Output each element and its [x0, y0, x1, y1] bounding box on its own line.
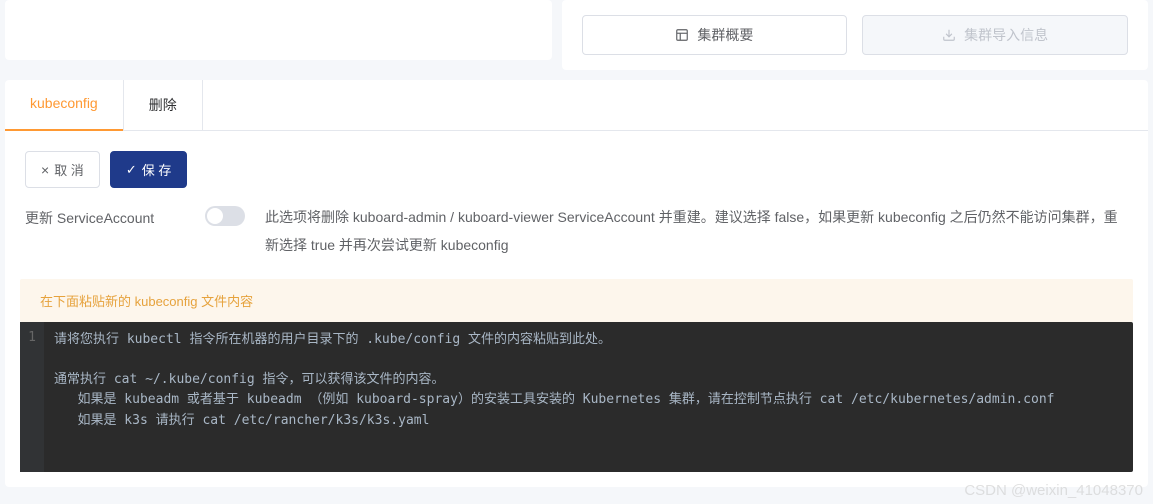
- import-label: 集群导入信息: [964, 25, 1048, 45]
- overview-label: 集群概要: [697, 25, 753, 45]
- update-sa-description: 此选项将删除 kuboard-admin / kuboard-viewer Se…: [265, 203, 1128, 259]
- save-button[interactable]: 保 存: [110, 151, 188, 188]
- cluster-import-button: 集群导入信息: [862, 15, 1128, 55]
- tabs: kubeconfig 删除: [5, 80, 1148, 131]
- summary-card-right: 集群概要 集群导入信息: [562, 0, 1149, 70]
- editor-gutter: 1: [20, 322, 44, 472]
- update-sa-label: 更新 ServiceAccount: [25, 203, 205, 228]
- paste-notice: 在下面粘贴新的 kubeconfig 文件内容: [20, 279, 1133, 322]
- overview-icon: [675, 28, 689, 42]
- summary-card-left: [5, 0, 552, 60]
- close-icon: [41, 162, 49, 178]
- save-label: 保 存: [142, 160, 172, 179]
- cancel-label: 取 消: [54, 160, 84, 179]
- update-sa-toggle[interactable]: [205, 206, 245, 226]
- download-icon: [942, 28, 956, 42]
- kubeconfig-editor[interactable]: 1 请将您执行 kubectl 指令所在机器的用户目录下的 .kube/conf…: [20, 322, 1133, 472]
- form-row-update-sa: 更新 ServiceAccount 此选项将删除 kuboard-admin /…: [5, 203, 1148, 279]
- tab-delete-label: 删除: [149, 97, 177, 113]
- toggle-knob: [207, 208, 223, 224]
- tab-delete[interactable]: 删除: [124, 80, 203, 130]
- tab-kubeconfig[interactable]: kubeconfig: [5, 80, 124, 130]
- tab-kubeconfig-label: kubeconfig: [30, 95, 98, 111]
- line-number: 1: [28, 330, 36, 345]
- cluster-overview-button[interactable]: 集群概要: [582, 15, 848, 55]
- cancel-button[interactable]: 取 消: [25, 151, 100, 188]
- toolbar: 取 消 保 存: [5, 131, 1148, 203]
- check-icon: [126, 162, 137, 178]
- main-card: kubeconfig 删除 取 消 保 存 更新 ServiceAccount …: [5, 80, 1148, 487]
- editor-content[interactable]: 请将您执行 kubectl 指令所在机器的用户目录下的 .kube/config…: [44, 322, 1133, 472]
